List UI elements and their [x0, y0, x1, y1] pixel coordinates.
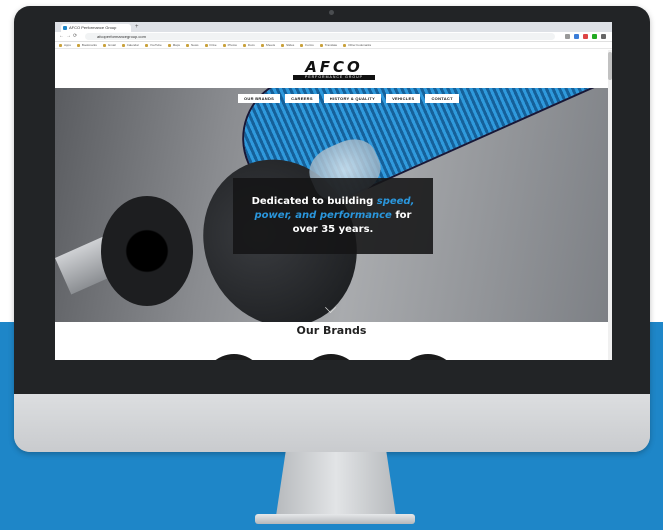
menu-icon[interactable] [601, 34, 606, 39]
brand-logo[interactable] [300, 354, 362, 360]
folder-icon [242, 43, 246, 47]
reload-icon[interactable]: ⟳ [73, 32, 77, 41]
bookmark[interactable]: Apps [59, 43, 71, 47]
hero-headline: Dedicated to building speed, power, and … [248, 195, 418, 237]
camera-icon [329, 10, 334, 15]
bookmark[interactable]: Photos [222, 43, 237, 47]
bookmark[interactable]: Bookmarks [76, 43, 97, 47]
site-nav: OUR BRANDS CAREERS HISTORY & QUALITY VEH… [238, 94, 459, 103]
monitor-stand-base [255, 514, 415, 524]
site-header: AFCO PERFORMANCE GROUP [55, 50, 612, 88]
folder-icon [59, 43, 62, 47]
scrollbar[interactable] [608, 50, 612, 360]
nav-vehicles[interactable]: VEHICLES [386, 94, 421, 103]
nav-history-quality[interactable]: HISTORY & QUALITY [323, 94, 382, 103]
logo-wordmark: AFCO [305, 58, 363, 76]
bookmark[interactable]: Drive [204, 43, 217, 47]
bookmark[interactable]: Maps [167, 43, 180, 47]
nav-our-brands[interactable]: OUR BRANDS [238, 94, 281, 103]
favicon-icon [63, 26, 67, 30]
extension-icon[interactable] [565, 34, 570, 39]
extension-icon[interactable] [583, 34, 588, 39]
brand-logo[interactable] [397, 354, 459, 360]
bookmark[interactable]: Other bookmarks [343, 43, 371, 47]
logo-tagline: PERFORMANCE GROUP [293, 75, 375, 80]
back-icon[interactable]: ← [59, 32, 64, 41]
folder-icon [343, 43, 347, 47]
hero-section: OUR BRANDS CAREERS HISTORY & QUALITY VEH… [55, 88, 608, 322]
bookmark[interactable]: YouTube [144, 43, 162, 47]
nav-contact[interactable]: CONTACT [425, 94, 459, 103]
scrollbar-thumb[interactable] [608, 52, 612, 80]
folder-icon [204, 43, 208, 47]
address-bar: ← → ⟳ afcoperformancegroup.com [55, 32, 612, 42]
bookmark[interactable]: Calendar [121, 43, 139, 47]
folder-icon [186, 43, 190, 47]
new-tab-button[interactable]: + [135, 23, 139, 31]
tab-title: AFCO Performance Group [69, 25, 117, 30]
site-logo[interactable]: AFCO PERFORMANCE GROUP [293, 60, 375, 80]
browser-tabbar: AFCO Performance Group + [55, 22, 612, 32]
bookmark[interactable]: News [186, 43, 199, 47]
folder-icon [222, 43, 226, 47]
bookmark[interactable]: Slides [281, 43, 294, 47]
hero-text-pre: Dedicated to building [251, 196, 377, 207]
forward-icon[interactable]: → [66, 32, 71, 41]
bookmark[interactable]: Sheets [260, 43, 275, 47]
bookmark[interactable]: Translate [319, 43, 337, 47]
monitor-chin [14, 394, 650, 452]
shock-eyelet-image [101, 196, 193, 306]
screen: AFCO Performance Group + ← → ⟳ afcoperfo… [55, 22, 612, 360]
folder-icon [167, 43, 171, 47]
monitor-stand [276, 452, 396, 516]
folder-icon [260, 43, 264, 47]
section-title: Our Brands [296, 324, 367, 337]
extension-icon[interactable] [574, 34, 579, 39]
bookmark[interactable]: Forms [300, 43, 314, 47]
folder-icon [281, 43, 285, 47]
bookmarks-bar: Apps Bookmarks Gmail Calendar YouTube Ma… [55, 42, 612, 49]
url-field[interactable]: afcoperformancegroup.com [85, 33, 555, 40]
brand-logo[interactable] [203, 354, 265, 360]
bookmark[interactable]: Gmail [102, 43, 116, 47]
bookmark[interactable]: Docs [242, 43, 255, 47]
folder-icon [144, 43, 148, 47]
folder-icon [121, 43, 125, 47]
folder-icon [319, 43, 323, 47]
hero-caption-box: Dedicated to building speed, power, and … [233, 178, 433, 254]
folder-icon [300, 43, 304, 47]
extension-icon[interactable] [592, 34, 597, 39]
folder-icon [102, 43, 106, 47]
folder-icon [76, 43, 80, 47]
extension-icons [565, 34, 606, 39]
browser-tab[interactable]: AFCO Performance Group [61, 24, 131, 32]
nav-careers[interactable]: CAREERS [285, 94, 319, 103]
